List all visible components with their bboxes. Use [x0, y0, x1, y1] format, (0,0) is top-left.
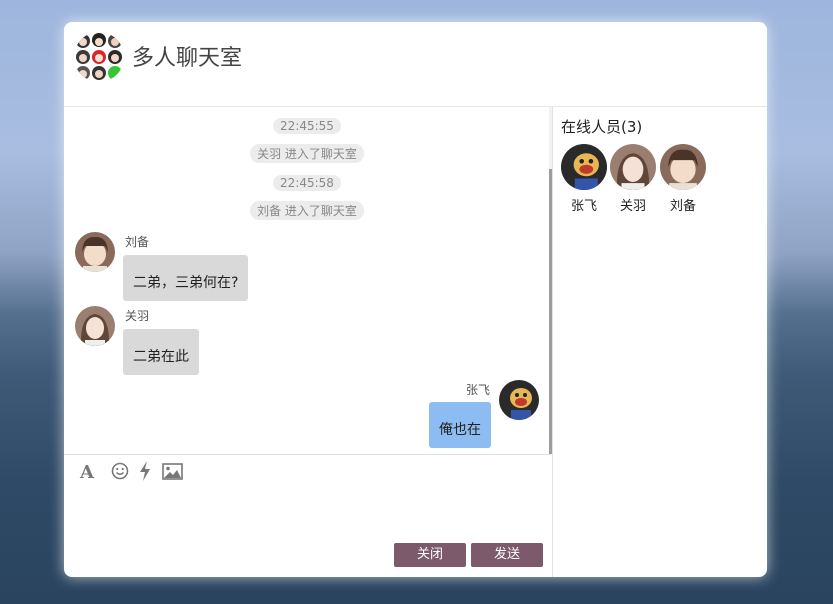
avatar-guanyu[interactable]	[75, 306, 115, 346]
member-name: 关羽	[619, 199, 646, 214]
input-toolbar: A	[64, 454, 551, 485]
svg-text:A: A	[79, 462, 95, 480]
lightning-icon[interactable]	[137, 461, 153, 481]
online-member[interactable]: 张飞	[560, 144, 608, 214]
page-title: 多人聊天室	[132, 46, 243, 71]
sender-name: 关羽	[125, 309, 150, 323]
timestamp-pill: 22:45:58	[273, 175, 341, 191]
avatar-liubei[interactable]	[660, 144, 706, 190]
system-message: 刘备 进入了聊天室	[250, 201, 364, 220]
online-member[interactable]: 刘备	[659, 144, 707, 214]
member-name: 刘备	[669, 199, 696, 214]
online-member[interactable]: 关羽	[609, 144, 657, 214]
emoji-icon[interactable]	[109, 461, 131, 481]
avatar-zhangfei[interactable]	[561, 144, 607, 190]
avatar-guanyu[interactable]	[610, 144, 656, 190]
message-input[interactable]	[72, 484, 546, 543]
chatroom-logo	[74, 32, 124, 82]
sender-name: 张飞	[465, 383, 490, 397]
image-icon[interactable]	[161, 461, 183, 481]
sender-name: 刘备	[125, 235, 150, 249]
timestamp-pill: 22:45:55	[273, 118, 341, 134]
font-icon[interactable]: A	[78, 461, 98, 481]
message-list[interactable]: 22:45:55 关羽 进入了聊天室 22:45:58 刘备 进入了聊天室 刘备…	[64, 107, 551, 454]
panel-divider	[552, 107, 553, 577]
message-bubble: 二弟，三弟何在?	[123, 255, 249, 301]
chat-window: 多人聊天室 22:45:55 关羽 进入了聊天室 22:45:58 刘备 进入了…	[64, 22, 767, 577]
system-message: 关羽 进入了聊天室	[250, 144, 364, 163]
close-button[interactable]: 关闭	[394, 543, 466, 567]
online-members-title: 在线人员(3)	[561, 118, 643, 136]
message-bubble: 俺也在	[429, 402, 491, 448]
avatar-zhangfei[interactable]	[499, 380, 539, 420]
header: 多人聊天室	[64, 22, 767, 107]
member-name: 张飞	[570, 199, 597, 214]
send-button[interactable]: 发送	[471, 543, 543, 567]
message-bubble: 二弟在此	[123, 329, 199, 375]
avatar-liubei[interactable]	[75, 232, 115, 272]
